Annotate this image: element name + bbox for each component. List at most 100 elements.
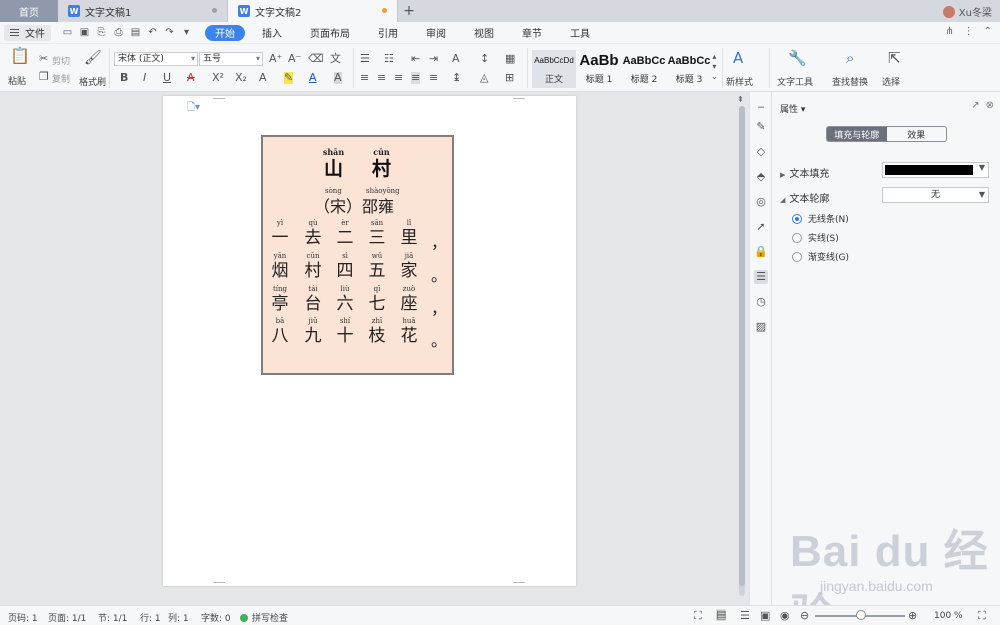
menu-tab-layout[interactable]: 页面布局 [299,25,361,41]
style-heading2[interactable]: AaBbCc 标题 2 [622,50,666,88]
print-preview-icon[interactable]: ▤ [127,25,144,41]
compass-icon[interactable]: ◎ [754,195,768,209]
menu-tab-sections[interactable]: 章节 [511,25,553,41]
cursor-icon[interactable]: ⇱ [888,51,901,66]
new-style-button[interactable]: 新样式 [726,75,753,88]
cut-button[interactable]: 剪切 [52,54,70,67]
document-page[interactable]: 🗋▾ shān cūn 山 村 sòng shàoyōng （宋）邵雍 yì 一 … [163,96,576,586]
page-view-icon[interactable]: ▤ [716,609,727,621]
lock-icon[interactable]: 🔒 [754,245,768,259]
menu-tab-insert[interactable]: 插入 [251,25,293,41]
radio-solid-line[interactable]: 实线(S) [792,231,839,244]
align-center-icon[interactable]: ≡ [377,72,386,84]
tab-doc1[interactable]: W 文字文稿1 [58,0,228,22]
close-icon[interactable]: ⊗ [986,100,994,111]
new-style-icon[interactable]: A [733,51,743,66]
text-outline-select[interactable]: 无 ▼ [882,187,989,203]
format-painter-button[interactable]: 格式刷 [79,75,106,88]
superscript-icon[interactable]: X² [212,72,224,84]
undo-icon[interactable]: ↶ [144,25,161,41]
collapse-ribbon-icon[interactable]: ⌃ [984,26,992,37]
scroll-options-icon[interactable]: ⇞ [737,94,744,106]
search-icon[interactable]: ⌕ [846,51,854,66]
image-icon[interactable]: ▨ [754,320,768,334]
outline-view-icon[interactable]: ☰ [740,610,750,622]
subscript-icon[interactable]: X₂ [235,72,247,84]
unsaved-dot-icon[interactable] [382,8,387,13]
underline-icon[interactable]: U [163,72,171,84]
phonetic-guide-icon[interactable]: 文 [330,53,341,65]
file-menu-button[interactable]: 文件 [4,24,51,41]
bold-icon[interactable]: B [120,72,128,84]
distributed-icon[interactable]: ≡ [429,72,438,84]
tab-effect[interactable]: 效果 [887,127,947,141]
font-name-select[interactable]: 宋体 (正文) [114,52,198,66]
grow-font-icon[interactable]: A⁺ [269,53,282,65]
shading-icon[interactable]: ◬ [480,72,488,84]
border-icon[interactable]: ⊞ [505,72,514,84]
numbered-list-icon[interactable]: ☷ [384,53,394,65]
more-icon[interactable]: ⋮ [964,26,974,37]
paragraph-spacing-icon[interactable]: ↨ [452,72,461,84]
pointer-icon[interactable]: ➚ [754,220,768,234]
menu-tab-tools[interactable]: 工具 [559,25,601,41]
poem-text-box[interactable]: shān cūn 山 村 sòng shàoyōng （宋）邵雍 yì 一 qù 去… [261,135,454,375]
italic-icon[interactable]: I [143,72,146,84]
vertical-scrollbar[interactable]: ⇞ [735,92,749,605]
zoom-slider-thumb[interactable] [856,610,866,620]
radio-gradient-line[interactable]: 渐变线(G) [792,250,849,263]
table-icon[interactable]: ▦ [505,53,515,65]
wrench-icon[interactable]: 🔧 [788,51,807,66]
style-heading3[interactable]: AaBbCc 标题 3 [667,50,711,88]
font-size-select[interactable]: 五号 [199,52,263,66]
bullet-list-icon[interactable]: ☰ [360,53,370,65]
fullscreen-focus-icon[interactable]: ⛶ [694,610,702,622]
tab-doc2[interactable]: W 文字文稿2 [228,0,398,22]
export-icon[interactable]: ⎘ [93,25,110,41]
radio-no-line[interactable]: 无线条(N) [792,212,849,225]
find-replace-button[interactable]: 查找替换 [832,75,868,88]
shrink-font-icon[interactable]: A⁻ [288,53,301,65]
font-color-icon[interactable]: A [309,72,317,84]
increase-indent-icon[interactable]: ⇥ [429,53,438,65]
line-spacing-icon[interactable]: ↕ [480,53,489,65]
save-icon[interactable]: ▣ [76,25,93,41]
zoom-level[interactable]: 100 % [934,611,963,621]
scroll-thumb[interactable] [739,106,745,586]
copy-button[interactable]: 复制 [52,72,70,85]
share-icon[interactable]: ⋔ [945,26,953,37]
text-outline-section[interactable]: ◢ 文本轮廓 [780,190,829,205]
align-left-icon[interactable]: ≡ [360,72,369,84]
clear-format-icon[interactable]: ⌫ [308,53,324,65]
history-icon[interactable]: ◷ [754,295,768,309]
highlight-icon[interactable]: ✎ [284,72,294,84]
menu-tab-references[interactable]: 引用 [367,25,409,41]
menu-tab-home[interactable]: 开始 [205,24,245,41]
text-effect-icon[interactable]: A [259,72,267,84]
format-painter-icon[interactable]: 🖌 [84,51,102,65]
menu-tab-view[interactable]: 视图 [463,25,505,41]
copy-icon[interactable]: ❐ [39,71,49,83]
properties-title[interactable]: 属性 ▾ [780,102,805,115]
text-tools-button[interactable]: 文字工具 [777,75,813,88]
strikethrough-icon[interactable]: A [187,72,195,84]
shapes-icon[interactable]: ◇ [754,145,768,159]
print-icon[interactable]: ⎙ [110,25,127,41]
pen-icon[interactable]: ✎ [754,120,768,134]
undock-icon[interactable]: ↗ [971,100,979,111]
page-menu-icon[interactable]: 🗋▾ [187,100,200,117]
char-shading-icon[interactable]: A [334,72,342,84]
web-view-icon[interactable]: ▣ [760,610,770,622]
paste-icon[interactable]: 📋 [10,48,30,68]
collapse-icon[interactable]: ‒ [754,100,768,114]
style-heading1[interactable]: AaBb 标题 1 [577,50,621,88]
text-fill-section[interactable]: ▶ 文本填充 [780,165,829,180]
new-tab-button[interactable]: + [398,0,420,22]
redo-icon[interactable]: ↷ [161,25,178,41]
menu-tab-review[interactable]: 审阅 [415,25,457,41]
chinese-layout-icon[interactable]: A [452,53,460,65]
justify-icon[interactable]: ≡ [411,72,421,84]
tab-fill-outline[interactable]: 填充与轮廓 [827,127,887,141]
properties-icon[interactable]: ☰ [754,270,768,284]
fit-window-icon[interactable]: ⛶ [978,610,986,622]
